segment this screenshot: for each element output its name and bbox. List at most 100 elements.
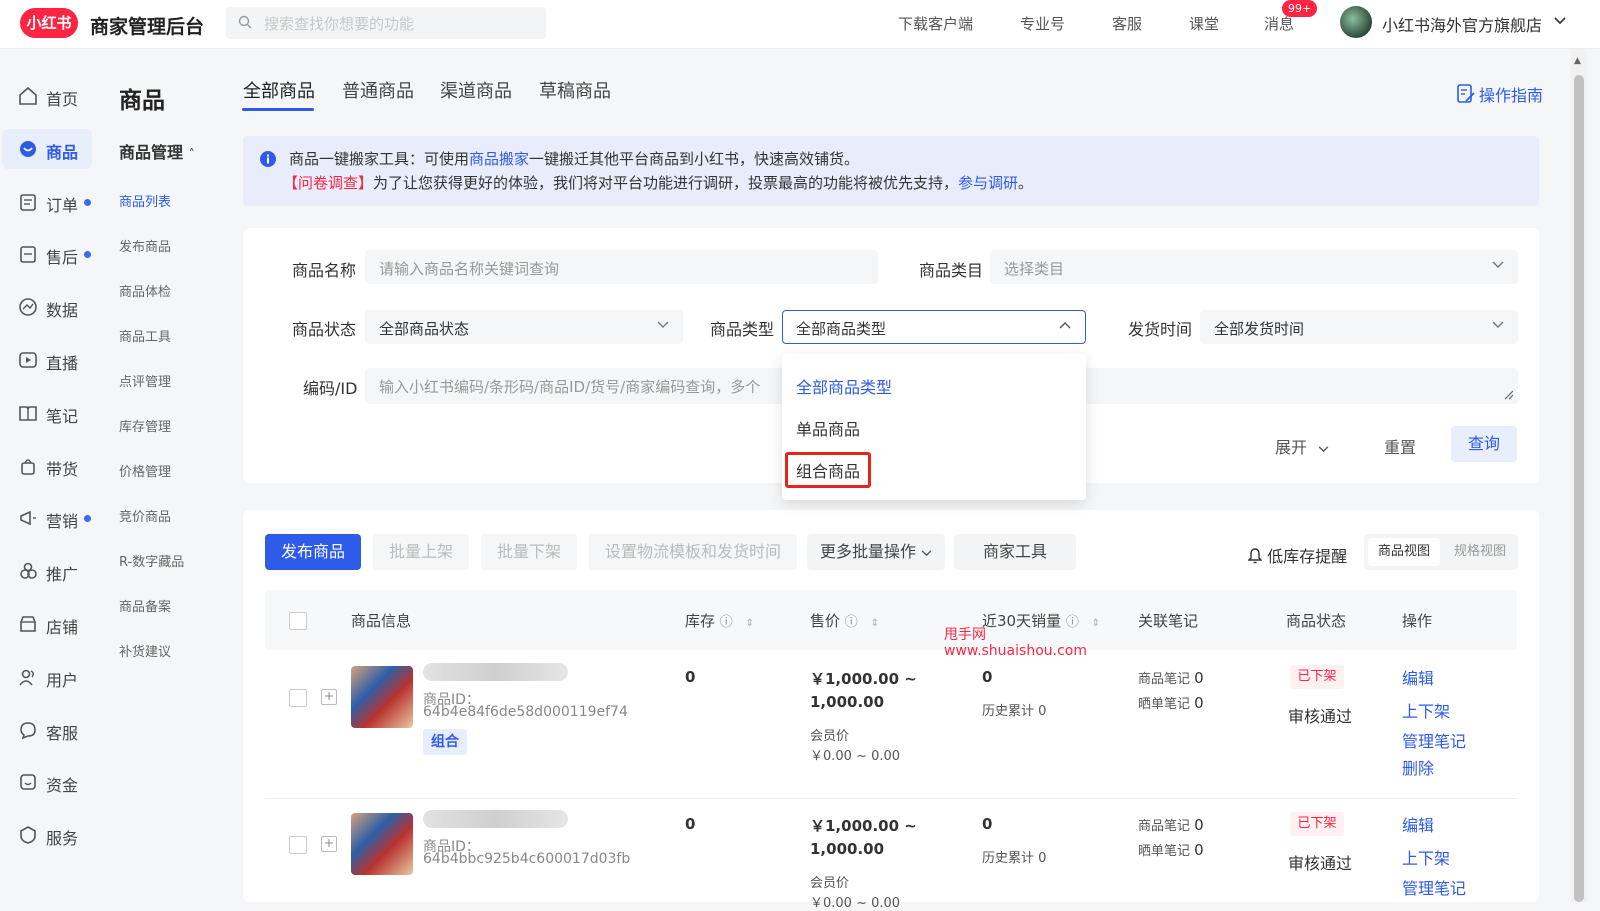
tab-all-goods[interactable]: 全部商品 (243, 77, 315, 103)
option-all-types[interactable]: 全部商品类型 (796, 374, 892, 398)
sidebar-item-aftersale[interactable]: 售后 (0, 234, 105, 274)
tab-normal-goods[interactable]: 普通商品 (342, 77, 414, 103)
global-search[interactable] (226, 7, 546, 39)
expand-label: 展开 (1275, 438, 1308, 457)
row-checkbox[interactable] (289, 836, 307, 854)
subnav-item-publish[interactable]: 发布商品 (119, 236, 171, 255)
logo[interactable]: 小红书 (20, 8, 78, 38)
col-sales-30d[interactable]: 近30天销量 ⓘ ⇕ (982, 610, 1100, 631)
toggle-shelf-link[interactable]: 上下架 (1402, 845, 1450, 869)
tab-draft-goods[interactable]: 草稿商品 (539, 77, 611, 103)
product-thumbnail[interactable] (351, 666, 413, 728)
subnav-item-bidding[interactable]: 竞价商品 (119, 506, 171, 525)
operation-guide-link[interactable]: 操作指南 (1479, 82, 1543, 106)
reset-button[interactable]: 重置 (1384, 434, 1416, 458)
sidebar-item-promote[interactable]: 推广 (0, 551, 105, 591)
subnav-item-reviews[interactable]: 点评管理 (119, 371, 171, 390)
resize-handle-icon[interactable] (1504, 390, 1514, 400)
merchant-tools-button[interactable]: 商家工具 (954, 534, 1076, 570)
logistics-settings-button[interactable]: 设置物流模板和发货时间 (589, 534, 797, 570)
scrollbar-thumb[interactable] (1574, 75, 1584, 902)
sort-icon: ⇕ (1091, 618, 1101, 629)
query-button[interactable]: 查询 (1451, 426, 1517, 462)
toggle-shelf-link[interactable]: 上下架 (1402, 698, 1450, 722)
sort-icon: ⇕ (745, 618, 754, 629)
subnav-group-goods-management[interactable]: 商品管理 ˄ (119, 139, 195, 163)
low-stock-reminder[interactable]: 低库存提醒 (1247, 543, 1347, 567)
survey-text: 为了让您获得更好的体验，我们将对平台功能进行调研，投票最高的功能将被优先支持， (373, 174, 959, 192)
product-name-blurred[interactable] (423, 663, 568, 681)
expand-row-icon[interactable]: + (321, 689, 337, 705)
goods-type-select[interactable]: 全部商品类型 (782, 310, 1086, 344)
goods-view-tab[interactable]: 商品视图 (1368, 538, 1440, 566)
chevron-down-icon[interactable] (1554, 17, 1566, 25)
tab-channel-goods[interactable]: 渠道商品 (440, 77, 512, 103)
classroom-link[interactable]: 课堂 (1189, 13, 1219, 34)
subnav-item-restock[interactable]: 补货建议 (119, 641, 171, 660)
product-thumbnail[interactable] (351, 813, 413, 875)
batch-on-shelf-button[interactable]: 批量上架 (373, 534, 469, 570)
download-client-link[interactable]: 下载客户端 (898, 13, 973, 34)
subnav-item-price[interactable]: 价格管理 (119, 461, 171, 480)
option-single-goods[interactable]: 单品商品 (796, 416, 860, 440)
sidebar-item-users[interactable]: 用户 (0, 657, 105, 697)
join-survey-link[interactable]: 参与调研 (958, 174, 1018, 192)
guide-icon[interactable] (1457, 84, 1475, 104)
edit-link[interactable]: 编辑 (1402, 665, 1434, 689)
search-input[interactable] (262, 11, 536, 37)
sidebar-item-order[interactable]: 订单 (0, 182, 105, 222)
expand-row-icon[interactable]: + (321, 836, 337, 852)
promote-icon (20, 562, 37, 579)
help-icon: ⓘ (844, 615, 858, 630)
goods-migration-link[interactable]: 商品搬家 (469, 150, 529, 168)
subnav-item-filing[interactable]: 商品备案 (119, 596, 171, 615)
option-combo-goods[interactable]: 组合商品 (796, 458, 860, 482)
goods-status-select[interactable]: 全部商品状态 (365, 310, 683, 344)
sidebar-item-bag[interactable]: 带货 (0, 446, 105, 486)
category-select[interactable]: 选择类目 (990, 250, 1518, 284)
sidebar-item-funds[interactable]: 资金 (0, 762, 105, 802)
ship-time-select[interactable]: 全部发货时间 (1200, 310, 1518, 344)
sidebar-item-goods[interactable]: 商品 (0, 129, 105, 169)
sidebar-item-store[interactable]: 店铺 (0, 604, 105, 644)
row-checkbox[interactable] (289, 689, 307, 707)
sidebar-item-label: 笔记 (46, 407, 79, 426)
scroll-up-icon[interactable]: ▲ (1574, 56, 1581, 66)
manage-notes-link[interactable]: 管理笔记 (1402, 875, 1466, 899)
delete-link[interactable]: 删除 (1402, 755, 1434, 779)
order-icon (20, 194, 36, 211)
avatar[interactable] (1340, 6, 1372, 38)
spec-view-tab[interactable]: 规格视图 (1444, 538, 1516, 566)
sidebar-item-services[interactable]: 服务 (0, 815, 105, 855)
sidebar-item-data[interactable]: 数据 (0, 287, 105, 327)
publish-goods-button[interactable]: 发布商品 (265, 534, 361, 570)
subnav-item-tools[interactable]: 商品工具 (119, 326, 171, 345)
services-icon (20, 826, 36, 844)
pro-account-link[interactable]: 专业号 (1020, 13, 1065, 34)
goods-notes: 商品笔记 0 (1138, 668, 1204, 687)
sidebar-item-notes[interactable]: 笔记 (0, 393, 105, 433)
sidebar-item-home[interactable]: 首页 (0, 76, 105, 116)
manage-notes-link[interactable]: 管理笔记 (1402, 728, 1466, 752)
product-name-blurred[interactable] (423, 810, 568, 828)
subnav-item-inventory[interactable]: 库存管理 (119, 416, 171, 435)
subnav-item-checkup[interactable]: 商品体检 (119, 281, 171, 300)
edit-link[interactable]: 编辑 (1402, 812, 1434, 836)
notes-icon (19, 406, 37, 421)
sidebar-item-marketing[interactable]: 营销 (0, 498, 105, 538)
subnav-item-goods-list[interactable]: 商品列表 (119, 191, 171, 210)
sidebar-item-service[interactable]: 客服 (0, 710, 105, 750)
col-stock[interactable]: 库存 ⓘ ⇕ (685, 610, 754, 631)
goods-name-input[interactable]: 请输入商品名称关键词查询 (365, 250, 878, 284)
subnav-item-digital[interactable]: R-数字藏品 (119, 551, 184, 570)
expand-button[interactable]: 展开 (1275, 434, 1329, 458)
sidebar-item-live[interactable]: 直播 (0, 340, 105, 380)
batch-off-shelf-button[interactable]: 批量下架 (481, 534, 577, 570)
more-batch-button[interactable]: 更多批量操作 (807, 534, 945, 570)
select-all-checkbox[interactable] (289, 612, 307, 630)
customer-service-link[interactable]: 客服 (1112, 13, 1142, 34)
shop-name[interactable]: 小红书海外官方旗舰店 (1382, 12, 1542, 36)
col-price[interactable]: 售价 ⓘ ⇕ (810, 610, 879, 631)
sidebar-item-label: 商品 (46, 143, 79, 162)
col-status: 商品状态 (1286, 612, 1347, 630)
